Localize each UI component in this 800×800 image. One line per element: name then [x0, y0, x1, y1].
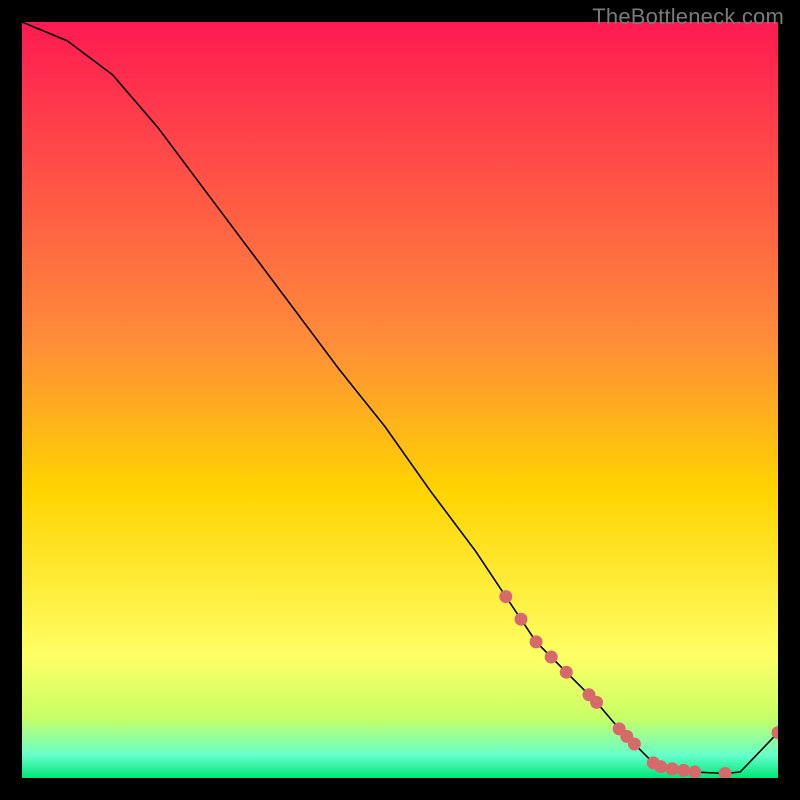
chart-marker [654, 760, 667, 773]
chart-marker [677, 764, 690, 777]
chart-marker [560, 666, 573, 679]
chart-background [22, 22, 778, 778]
watermark-text: TheBottleneck.com [592, 4, 784, 30]
chart-marker [515, 613, 528, 626]
chart-marker [590, 696, 603, 709]
chart-marker [545, 651, 558, 664]
chart-marker [688, 766, 701, 779]
chart-marker [628, 738, 641, 751]
chart-marker [530, 635, 543, 648]
chart-marker [499, 590, 512, 603]
chart-marker [666, 762, 679, 775]
chart-svg [22, 22, 778, 778]
bottleneck-chart [22, 22, 778, 778]
